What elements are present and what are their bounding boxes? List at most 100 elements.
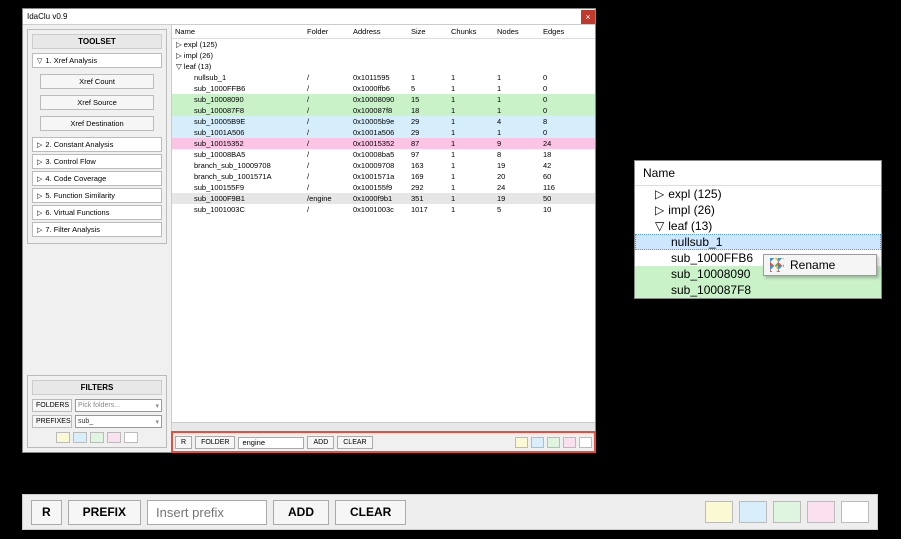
color-swatch[interactable] [579,437,592,448]
toolset-section[interactable]: ▷7. Filter Analysis [32,222,162,237]
toolset-item[interactable]: Xref Destination [40,116,154,131]
tree-leaf[interactable]: nullsub_1 [635,234,881,250]
chevron-right-icon: ▷ [37,175,42,183]
table-row[interactable]: sub_10008090/0x1000809015110 [172,94,595,105]
table-row[interactable]: branch_sub_1001571A/0x1001571a16912060 [172,171,595,182]
footer-bar: R FOLDER ADD CLEAR [172,432,595,452]
chevron-right-icon: ▷ [37,141,42,149]
rename-icon [770,258,784,272]
col-edges[interactable]: Edges [540,27,580,36]
table-row[interactable]: sub_10015352/0x10015352871924 [172,138,595,149]
main-area: Name Folder Address Size Chunks Nodes Ed… [171,25,595,452]
toolset-section[interactable]: ▽1. Xref Analysis [32,53,162,68]
tree-header[interactable]: Name [635,161,881,186]
add-button[interactable]: ADD [307,436,334,449]
prefixes-select[interactable]: sub_ ▾ [75,415,162,428]
table-row[interactable]: sub_1000F9B1/engine0x1000f9b135111950 [172,193,595,204]
prefix-button[interactable]: PREFIX [68,500,141,525]
chevron-right-icon: ▷ [37,158,42,166]
toolset-item[interactable]: Xref Count [40,74,154,89]
table-header: Name Folder Address Size Chunks Nodes Ed… [172,25,595,39]
toolset-panel: TOOLSET ▽1. Xref Analysis Xref Count Xref … [27,29,167,244]
prefix-input[interactable] [147,500,267,525]
r-button[interactable]: R [31,500,62,525]
tree-node[interactable]: ▽leaf (13) [635,218,881,234]
color-swatch[interactable] [515,437,528,448]
chevron-down-icon: ▾ [155,402,159,410]
color-swatch[interactable] [841,501,869,523]
color-swatch[interactable] [531,437,544,448]
toolset-section[interactable]: ▷4. Code Coverage [32,171,162,186]
folders-select[interactable]: Pick folders... ▾ [75,399,162,412]
titlebar: IdaClu v0.9 × [23,9,595,25]
table-row[interactable]: sub_1000FFB6/0x1000ffb65110 [172,83,595,94]
color-swatch[interactable] [73,432,87,443]
sidebar: TOOLSET ▽1. Xref Analysis Xref Count Xref … [23,25,171,452]
color-swatch[interactable] [563,437,576,448]
prefixes-label: PREFIXES [32,415,72,428]
tree-node[interactable]: ▷expl (125) [635,186,881,202]
chevron-right-icon: ▷ [37,192,42,200]
group-row[interactable]: ▽leaf (13) [172,61,595,72]
chevron-down-icon: ▽ [176,62,182,71]
col-nodes[interactable]: Nodes [494,27,540,36]
col-folder[interactable]: Folder [304,27,350,36]
color-swatch[interactable] [124,432,138,443]
filters-title: FILTERS [32,380,162,395]
group-row[interactable]: ▷expl (125) [172,39,595,50]
hscrollbar[interactable] [172,422,595,432]
color-swatch[interactable] [107,432,121,443]
color-swatch[interactable] [807,501,835,523]
filters-panel: FILTERS FOLDERS Pick folders... ▾ PREFIX… [27,375,167,448]
tree-panel: Name ▷expl (125)▷impl (26)▽leaf (13)null… [634,160,882,299]
color-swatch[interactable] [705,501,733,523]
chevron-right-icon: ▷ [655,203,664,217]
col-size[interactable]: Size [408,27,448,36]
col-name[interactable]: Name [172,27,304,36]
table-row[interactable]: sub_1001003C/0x1001003c10171510 [172,204,595,215]
table-row[interactable]: sub_100087F8/0x100087f818110 [172,105,595,116]
color-swatch[interactable] [773,501,801,523]
table-row[interactable]: branch_sub_10009708/0x1000970816311942 [172,160,595,171]
tree-leaf[interactable]: sub_100087F8 [635,282,881,298]
menu-item-rename[interactable]: Rename [790,258,835,272]
toolset-title: TOOLSET [32,34,162,49]
col-chunks[interactable]: Chunks [448,27,494,36]
window-title: IdaClu v0.9 [27,12,67,21]
r-button[interactable]: R [175,436,192,449]
close-icon[interactable]: × [581,10,595,24]
toolset-section[interactable]: ▷5. Function Similarity [32,188,162,203]
toolset-section[interactable]: ▷6. Virtual Functions [32,205,162,220]
table-row[interactable]: sub_10005B9E/0x10005b9e29148 [172,116,595,127]
tree-node[interactable]: ▷impl (26) [635,202,881,218]
folders-label: FOLDERS [32,399,72,412]
col-addr[interactable]: Address [350,27,408,36]
chevron-down-icon: ▾ [155,418,159,426]
toolset-section[interactable]: ▷2. Constant Analysis [32,137,162,152]
chevron-down-icon: ▽ [655,219,664,233]
color-swatch[interactable] [547,437,560,448]
chevron-right-icon: ▷ [37,226,42,234]
folder-input[interactable] [238,437,304,449]
app-window: IdaClu v0.9 × TOOLSET ▽1. Xref Analysis X… [22,8,596,453]
clear-button[interactable]: CLEAR [335,500,406,525]
color-swatch[interactable] [56,432,70,443]
toolset-item[interactable]: Xref Source [40,95,154,110]
context-menu[interactable]: Rename [763,254,877,276]
folder-button[interactable]: FOLDER [195,436,235,449]
chevron-right-icon: ▷ [655,187,664,201]
chevron-right-icon: ▷ [176,51,182,60]
chevron-right-icon: ▷ [176,40,182,49]
table-row[interactable]: sub_100155F9/0x100155f9292124116 [172,182,595,193]
toolset-section[interactable]: ▷3. Control Flow [32,154,162,169]
chevron-right-icon: ▷ [37,209,42,217]
table-row[interactable]: nullsub_1/0x10115951110 [172,72,595,83]
chevron-down-icon: ▽ [37,57,42,65]
add-button[interactable]: ADD [273,500,329,525]
table-row[interactable]: sub_1001A506/0x1001a50629110 [172,127,595,138]
group-row[interactable]: ▷impl (26) [172,50,595,61]
clear-button[interactable]: CLEAR [337,436,372,449]
color-swatch[interactable] [739,501,767,523]
table-row[interactable]: sub_10008BA5/0x10008ba5971818 [172,149,595,160]
color-swatch[interactable] [90,432,104,443]
